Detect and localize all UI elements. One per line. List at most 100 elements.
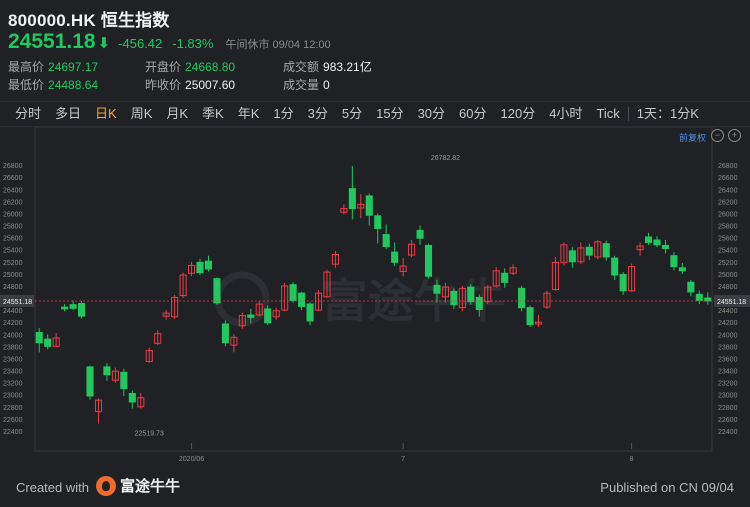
y-tick-left: 23600 [3, 356, 23, 363]
y-tick-right: 25600 [718, 236, 738, 243]
candle-body [365, 195, 373, 216]
stat-high: 最高价 24697.17 [8, 60, 99, 74]
y-tick-left: 25200 [3, 260, 23, 267]
y-tick-left: 24400 [3, 308, 23, 315]
y-tick-right: 23200 [718, 381, 738, 388]
candle-body [433, 284, 441, 294]
y-tick-right: 25200 [718, 260, 738, 267]
y-tick-right: 22400 [718, 429, 738, 436]
candle-body [348, 188, 356, 210]
stat-low: 最低价 24488.64 [8, 78, 99, 92]
y-tick-left: 25000 [3, 272, 23, 279]
y-tick-right: 25800 [718, 224, 738, 231]
candle-body [518, 287, 526, 309]
y-tick-right: 23800 [718, 344, 738, 351]
extreme-annotation: 22519.73 [135, 431, 164, 438]
candle-body [374, 215, 382, 230]
tab-12[interactable]: 60分 [452, 103, 493, 125]
candle-body [585, 246, 593, 256]
candle-body [653, 239, 661, 246]
down-arrow-icon: ⬇ [97, 35, 111, 52]
candle-body [247, 314, 255, 318]
period-tabs: 分时 多日 日K 周K 月K 季K 年K 1分 3分 5分 15分 30分 60分 120分 4小时 Tick… [0, 101, 750, 127]
y-tick-right: 26200 [718, 199, 738, 206]
candle-body [103, 366, 111, 376]
tab-8[interactable]: 3分 [301, 103, 335, 125]
futu-logo-icon [96, 475, 116, 496]
current-price-label-left: 24551.18 [3, 299, 32, 306]
y-tick-left: 23000 [3, 393, 23, 400]
y-tick-right: 24200 [718, 320, 738, 327]
y-tick-left: 22800 [3, 405, 23, 412]
plus-icon[interactable]: + [728, 129, 741, 142]
extreme-annotation: 26782.82 [431, 155, 460, 162]
stat-prev-close: 昨收价 25007.60 [145, 78, 236, 92]
tab-11[interactable]: 30分 [411, 103, 452, 125]
candle-body [501, 272, 509, 283]
last-price: 24551.18 [8, 30, 96, 53]
candle-body [289, 284, 297, 301]
candle-body [264, 308, 272, 324]
tab-7[interactable]: 1分 [266, 103, 300, 125]
y-tick-left: 26800 [3, 163, 23, 170]
candle-body [704, 297, 712, 302]
kline-chart: 富途牛牛 22400 22400 22600 22600 22800 22800 23000 2… [0, 127, 750, 465]
candle-body [644, 236, 653, 243]
tab-15[interactable]: Tick [589, 103, 626, 125]
candle-body [86, 366, 94, 397]
adjust-toggle[interactable]: 前复权 [679, 131, 706, 144]
x-tick-label: 2020/06 [179, 456, 204, 463]
y-tick-right: 22600 [718, 417, 738, 424]
tab-3[interactable]: 周K [124, 103, 160, 125]
candle-body [77, 302, 86, 317]
candle-body [687, 281, 695, 293]
tab-10[interactable]: 15分 [369, 103, 410, 125]
y-tick-right: 26400 [718, 187, 738, 194]
tab-16[interactable]: 1天：1分K [630, 103, 706, 125]
stock-title: 800000.HK 恒生指数 [8, 11, 170, 30]
candle-body [382, 234, 390, 248]
y-tick-right: 24800 [718, 284, 738, 291]
y-tick-right: 24400 [718, 308, 738, 315]
y-tick-left: 26200 [3, 199, 23, 206]
y-tick-left: 24000 [3, 332, 23, 339]
brand: 富途牛牛 [96, 475, 180, 496]
y-tick-right: 26000 [718, 211, 738, 218]
price-change-percent: -1.83% [172, 36, 214, 51]
y-tick-right: 25000 [718, 272, 738, 279]
candle-body [298, 292, 306, 307]
candle-body [475, 296, 483, 311]
y-tick-right: 23400 [718, 369, 738, 376]
tab-6[interactable]: 年K [231, 103, 267, 125]
y-tick-right: 23000 [718, 393, 738, 400]
tab-14[interactable]: 4小时 [542, 103, 589, 125]
y-tick-left: 25400 [3, 248, 23, 255]
y-tick-right: 22800 [718, 405, 738, 412]
candle-body [424, 244, 433, 277]
candle-body [602, 243, 610, 258]
candle-body [120, 371, 128, 390]
stat-open: 开盘价 24668.80 [145, 60, 236, 74]
y-tick-left: 26000 [3, 211, 23, 218]
tab-5[interactable]: 季K [195, 103, 231, 125]
candle-body [619, 273, 627, 292]
candle-body [44, 338, 52, 347]
tab-13[interactable]: 120分 [494, 103, 543, 125]
candle-body [306, 303, 314, 322]
candle-body [128, 392, 136, 403]
tab-2[interactable]: 日K [88, 103, 124, 125]
y-tick-left: 26400 [3, 187, 23, 194]
kline-chart-svg: 富途牛牛22400 2240022600 2260022800 2280023000 2… [0, 127, 750, 463]
price-row: 24551.18 ⬇ -456.42 -1.83% 午间休市 09/04 12:… [8, 30, 331, 54]
y-tick-right: 24000 [718, 332, 738, 339]
minus-icon[interactable]: − [711, 129, 724, 142]
quote-header: 800000.HK 恒生指数 24551.18 ⬇ -456.42 -1.83%… [0, 0, 750, 100]
y-tick-right: 26800 [718, 163, 738, 170]
candle-body [695, 293, 703, 301]
candle-body [678, 267, 686, 272]
tab-9[interactable]: 5分 [335, 103, 369, 125]
tab-0[interactable]: 分时 [8, 103, 48, 125]
tab-1[interactable]: 多日 [48, 103, 88, 125]
tab-4[interactable]: 月K [159, 103, 195, 125]
candle-body [568, 250, 576, 263]
